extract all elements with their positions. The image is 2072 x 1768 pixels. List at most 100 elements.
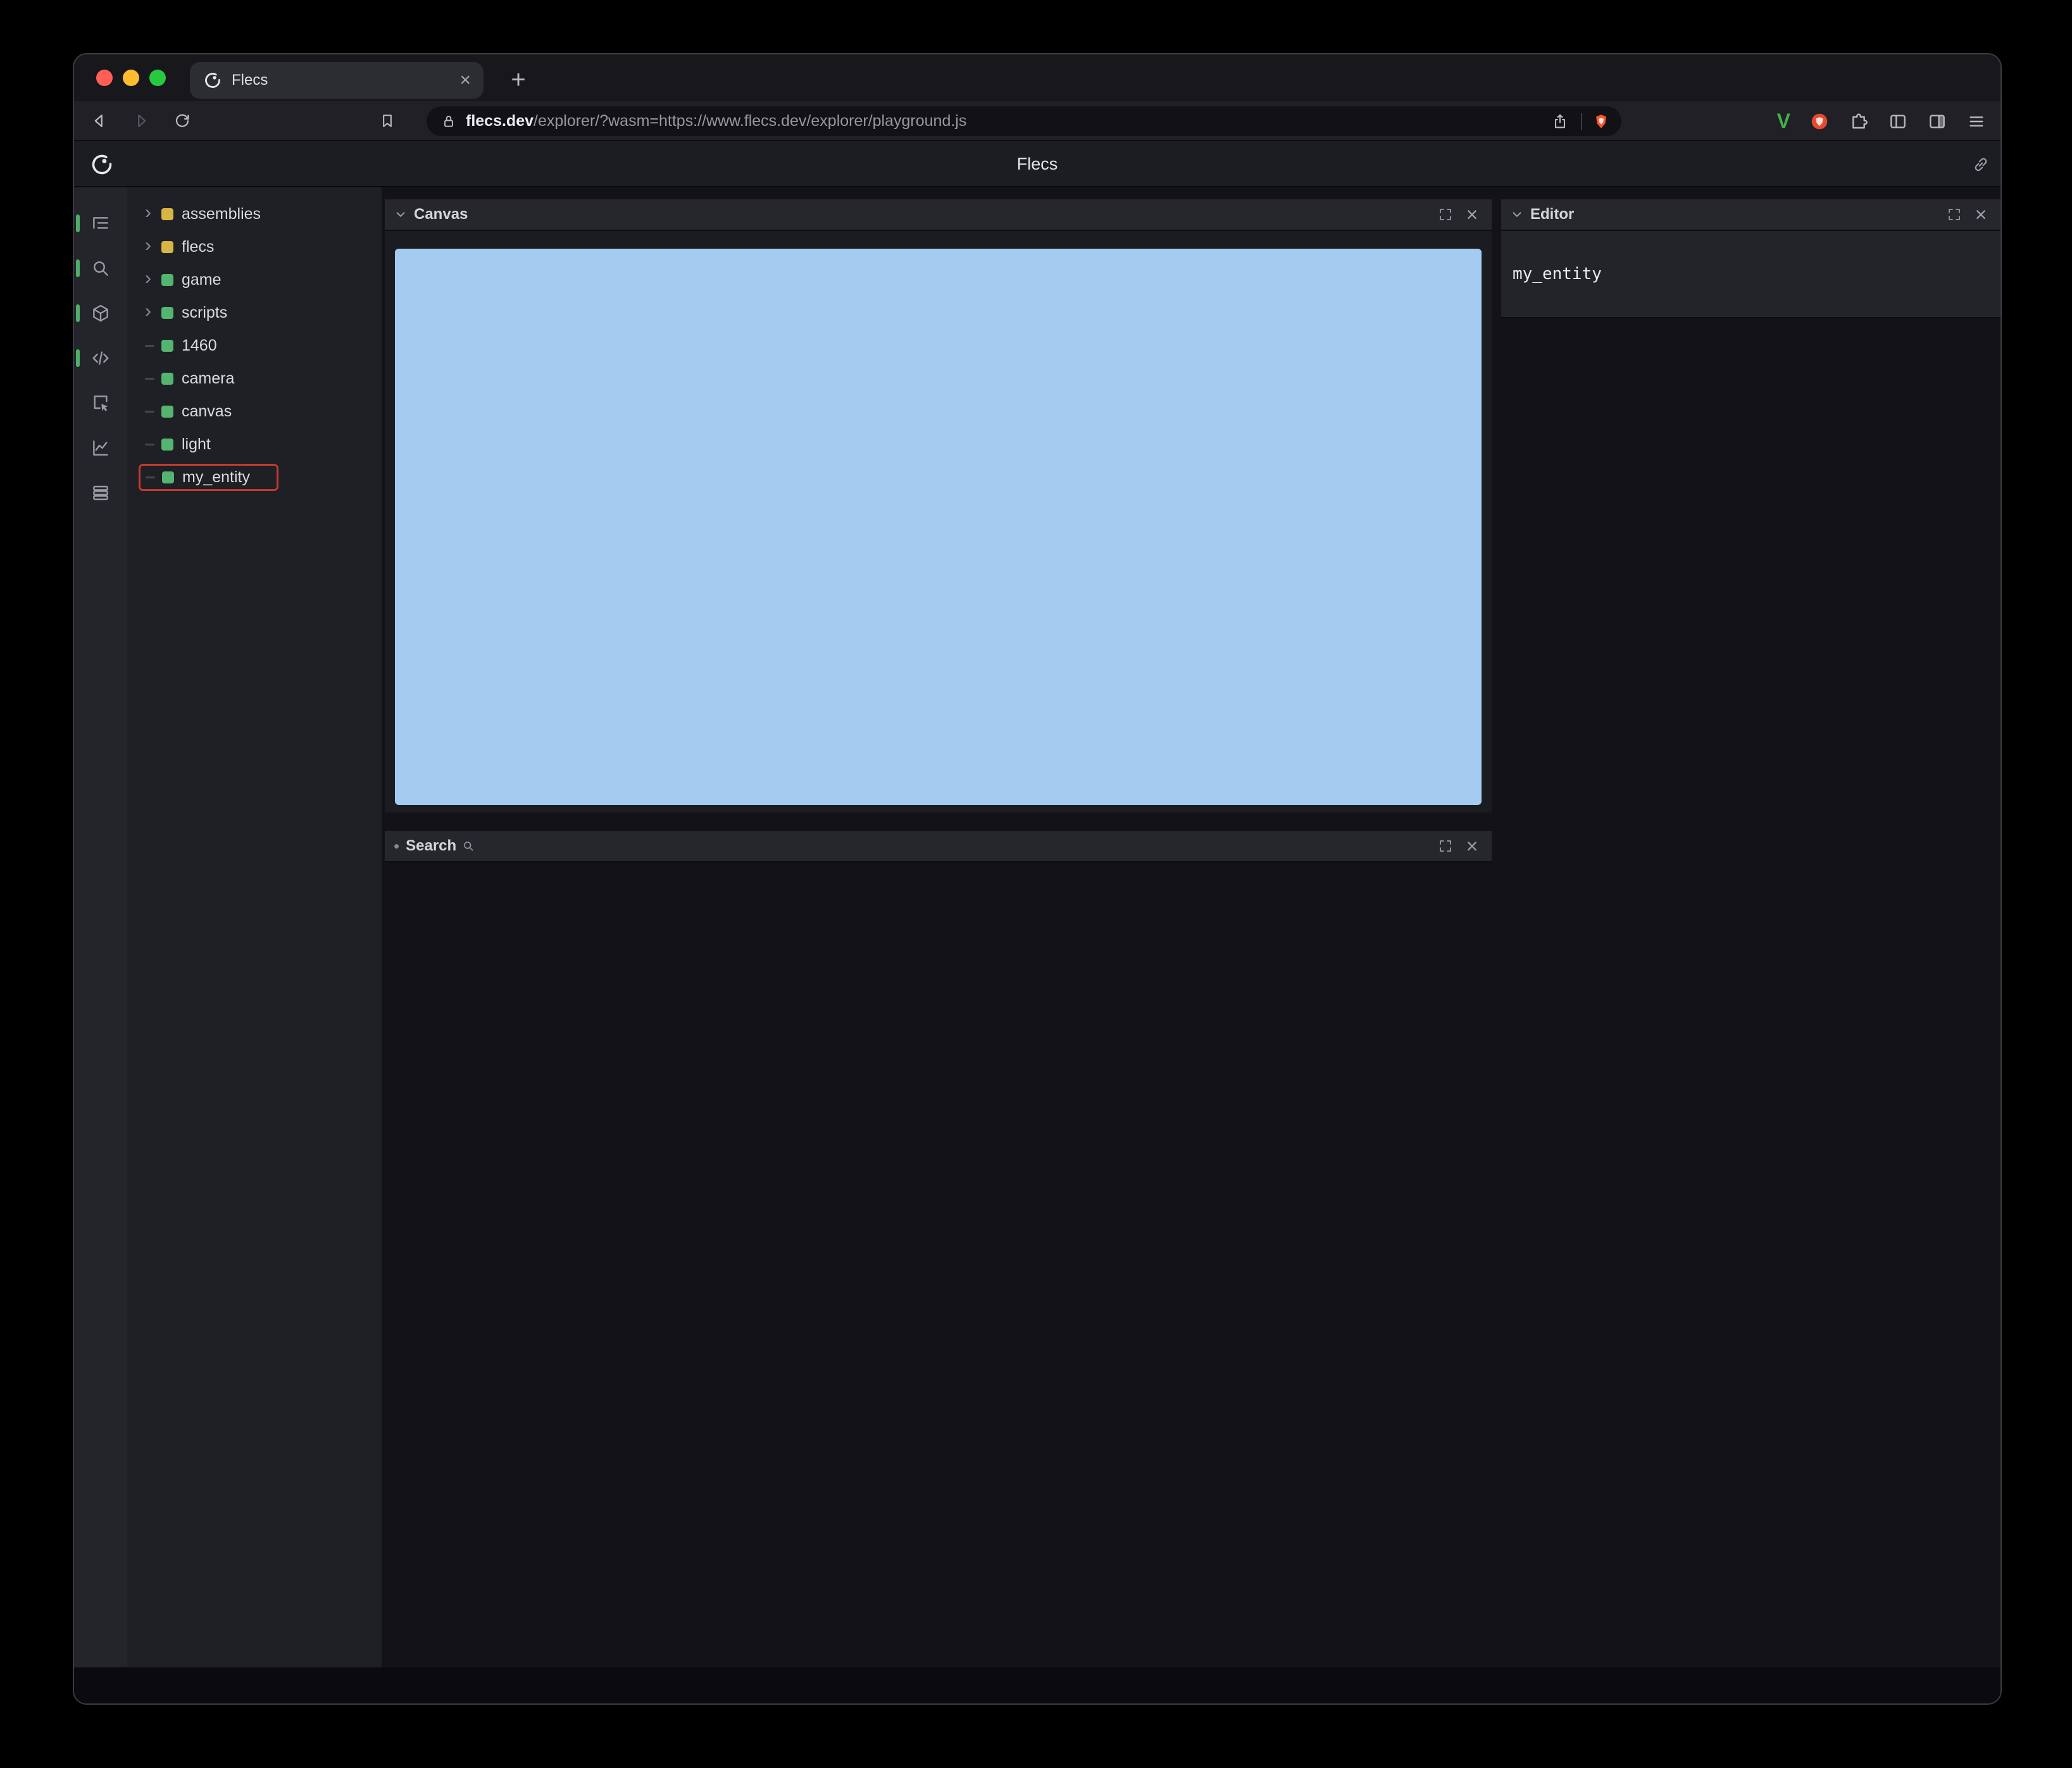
sidebar-item-entities[interactable] (74, 290, 127, 335)
reading-list-panel-icon[interactable] (1927, 111, 1947, 132)
extensions-puzzle-icon[interactable] (1849, 111, 1869, 132)
sidebar-item-scripts[interactable] (74, 335, 127, 380)
entity-icon (161, 339, 173, 352)
tree-row-flecs[interactable]: › flecs (127, 230, 382, 263)
forward-button[interactable] (127, 106, 156, 135)
tree-row-light[interactable]: light (127, 428, 382, 461)
expand-chevron-icon[interactable]: › (145, 236, 151, 255)
entity-icon (161, 306, 173, 319)
sidebar-toggle-icon[interactable] (1888, 111, 1908, 132)
new-tab-button[interactable]: + (502, 63, 535, 96)
code-icon (90, 348, 111, 368)
app-header: Flecs (74, 141, 2000, 187)
cube-icon (90, 303, 111, 323)
expand-chevron-icon[interactable]: › (145, 302, 151, 321)
module-icon (161, 208, 173, 220)
canvas-panel: Canvas × (385, 199, 1492, 812)
editor-panel-header: Editor × (1501, 199, 2000, 231)
tree-row-label: game (182, 270, 222, 289)
tab-strip: Flecs × + (74, 54, 2000, 101)
adblock-extension-icon[interactable] (1809, 111, 1830, 132)
panel-title: Canvas (414, 206, 468, 223)
reload-button[interactable] (168, 106, 197, 135)
active-indicator (76, 349, 80, 367)
editor-content-area[interactable]: my_entity (1501, 231, 2000, 318)
sidebar-item-stats[interactable] (74, 425, 127, 470)
entity-icon (161, 273, 173, 286)
entity-tree-panel: › assemblies › flecs › game › scripts 14… (127, 187, 382, 1667)
inspect-cursor-icon (90, 393, 111, 413)
sidebar-item-inspect[interactable] (74, 380, 127, 425)
address-bar-divider (1581, 113, 1582, 130)
close-panel-icon[interactable]: × (1461, 835, 1483, 857)
minimize-window-button[interactable] (123, 70, 139, 86)
tab-close-button[interactable]: × (459, 71, 471, 90)
share-icon[interactable] (1549, 111, 1571, 132)
tree-row-scripts[interactable]: › scripts (127, 296, 382, 329)
entity-icon (161, 438, 173, 451)
bottom-strip (74, 1667, 2000, 1703)
brave-shields-icon[interactable] (1592, 113, 1610, 130)
canvas-panel-header: Canvas × (385, 199, 1492, 231)
expand-chevron-icon[interactable]: › (145, 269, 151, 288)
entity-tree-icon (90, 213, 111, 233)
tree-row-label: camera (182, 369, 235, 387)
panel-title: Search (406, 837, 457, 854)
canvas-viewport[interactable] (395, 249, 1482, 805)
tree-row-1460[interactable]: 1460 (127, 329, 382, 362)
chart-icon (90, 438, 111, 458)
module-icon (161, 240, 173, 253)
menu-icon[interactable] (1966, 111, 1987, 132)
collapse-chevron-icon[interactable] (394, 208, 408, 221)
leaf-dash-icon (145, 377, 154, 380)
active-indicator (76, 214, 80, 232)
tree-row-assemblies[interactable]: › assemblies (127, 197, 382, 230)
tree-row-my-entity-selected[interactable]: my_entity (127, 461, 382, 494)
leaf-dash-icon (145, 410, 154, 413)
tree-row-label: scripts (182, 303, 228, 321)
panel-title: Editor (1530, 206, 1575, 223)
bookmark-icon[interactable] (373, 106, 402, 135)
tree-row-game[interactable]: › game (127, 263, 382, 296)
entity-icon (162, 471, 174, 483)
share-link-icon[interactable] (1971, 155, 1990, 174)
browser-toolbar: flecs.dev/explorer/?wasm=https://www.fle… (74, 101, 2000, 141)
expand-chevron-icon[interactable]: › (145, 203, 151, 222)
url-path: /explorer/?wasm=https://www.flecs.dev/ex… (534, 112, 967, 130)
collapse-chevron-icon[interactable] (1510, 208, 1524, 221)
url-domain: flecs.dev (466, 112, 534, 130)
address-bar[interactable]: flecs.dev/explorer/?wasm=https://www.fle… (427, 106, 1621, 136)
extension-cluster: V (1777, 106, 1987, 136)
expand-panel-icon[interactable] (1944, 204, 1965, 225)
flecs-favicon-icon (204, 72, 222, 89)
active-indicator (76, 259, 80, 277)
lock-icon (440, 113, 457, 130)
left-icon-sidebar (74, 187, 127, 1667)
traffic-lights (96, 70, 166, 86)
search-panel: • Search × (385, 831, 1492, 862)
canvas-panel-body (385, 231, 1492, 812)
close-panel-icon[interactable]: × (1461, 204, 1483, 225)
maximize-window-button[interactable] (149, 70, 166, 86)
back-button[interactable] (85, 106, 114, 135)
search-magnifier-icon (458, 835, 479, 857)
expand-panel-icon[interactable] (1435, 835, 1456, 857)
collapsed-bullet-icon[interactable]: • (394, 838, 399, 854)
tree-row-label: canvas (182, 402, 232, 420)
entity-icon (161, 372, 173, 385)
close-panel-icon[interactable]: × (1970, 204, 1992, 225)
tree-row-label: my_entity (182, 468, 250, 486)
sidebar-item-memory[interactable] (74, 470, 127, 515)
close-window-button[interactable] (96, 70, 113, 86)
tree-row-canvas[interactable]: canvas (127, 395, 382, 428)
vimium-extension-icon[interactable]: V (1777, 109, 1790, 133)
sidebar-item-tree[interactable] (74, 201, 127, 246)
search-panel-header: • Search × (385, 831, 1492, 862)
expand-panel-icon[interactable] (1435, 204, 1456, 225)
editor-panel: Editor × my_entity (1501, 199, 2000, 1703)
tree-row-label: assemblies (182, 204, 261, 223)
sidebar-item-query[interactable] (74, 246, 127, 290)
browser-tab-flecs[interactable]: Flecs × (190, 62, 484, 99)
page-title: Flecs (1016, 154, 1058, 173)
tree-row-camera[interactable]: camera (127, 362, 382, 395)
